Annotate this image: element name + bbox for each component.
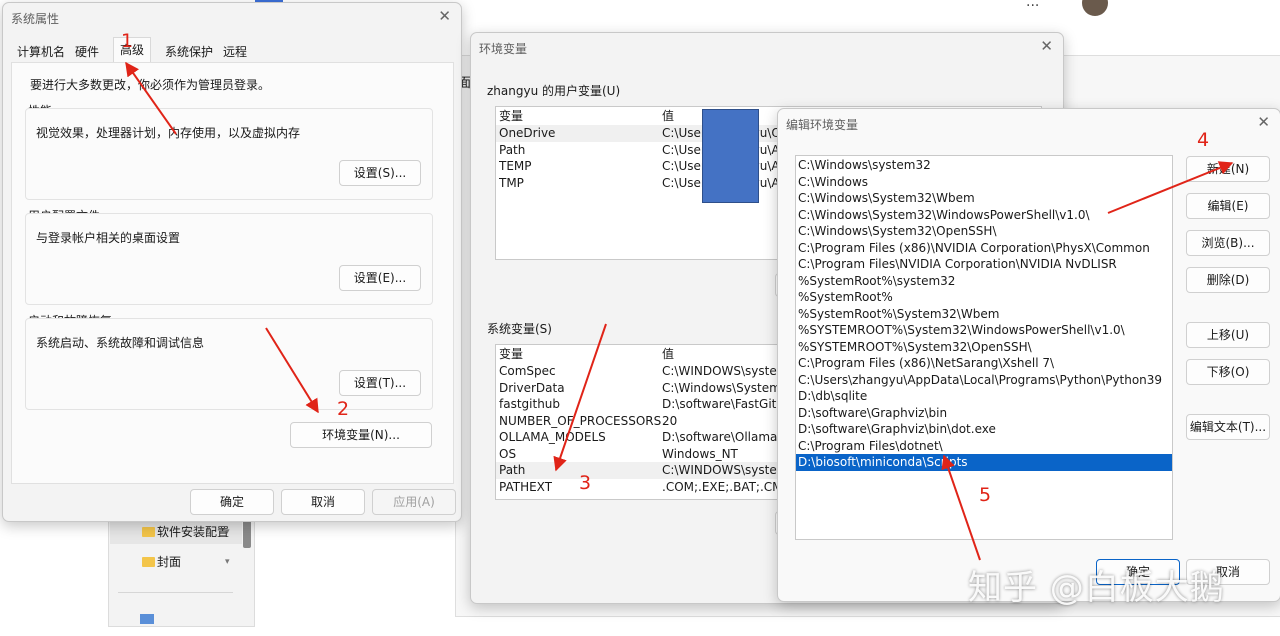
annotation-label: 5 bbox=[979, 484, 992, 506]
annotation-label: 2 bbox=[337, 398, 350, 420]
annotation-label: 1 bbox=[121, 30, 134, 52]
annotation-arrows bbox=[125, 61, 1234, 561]
arrow-2 bbox=[265, 327, 319, 414]
annotation-label: 4 bbox=[1197, 129, 1210, 151]
arrow-3 bbox=[553, 323, 607, 472]
arrow-5 bbox=[941, 454, 981, 561]
arrow-4 bbox=[1107, 161, 1234, 214]
arrow-1 bbox=[125, 61, 177, 135]
annotation-label: 3 bbox=[579, 472, 592, 494]
watermark: 知乎 @白板大鹅 bbox=[968, 568, 1225, 608]
